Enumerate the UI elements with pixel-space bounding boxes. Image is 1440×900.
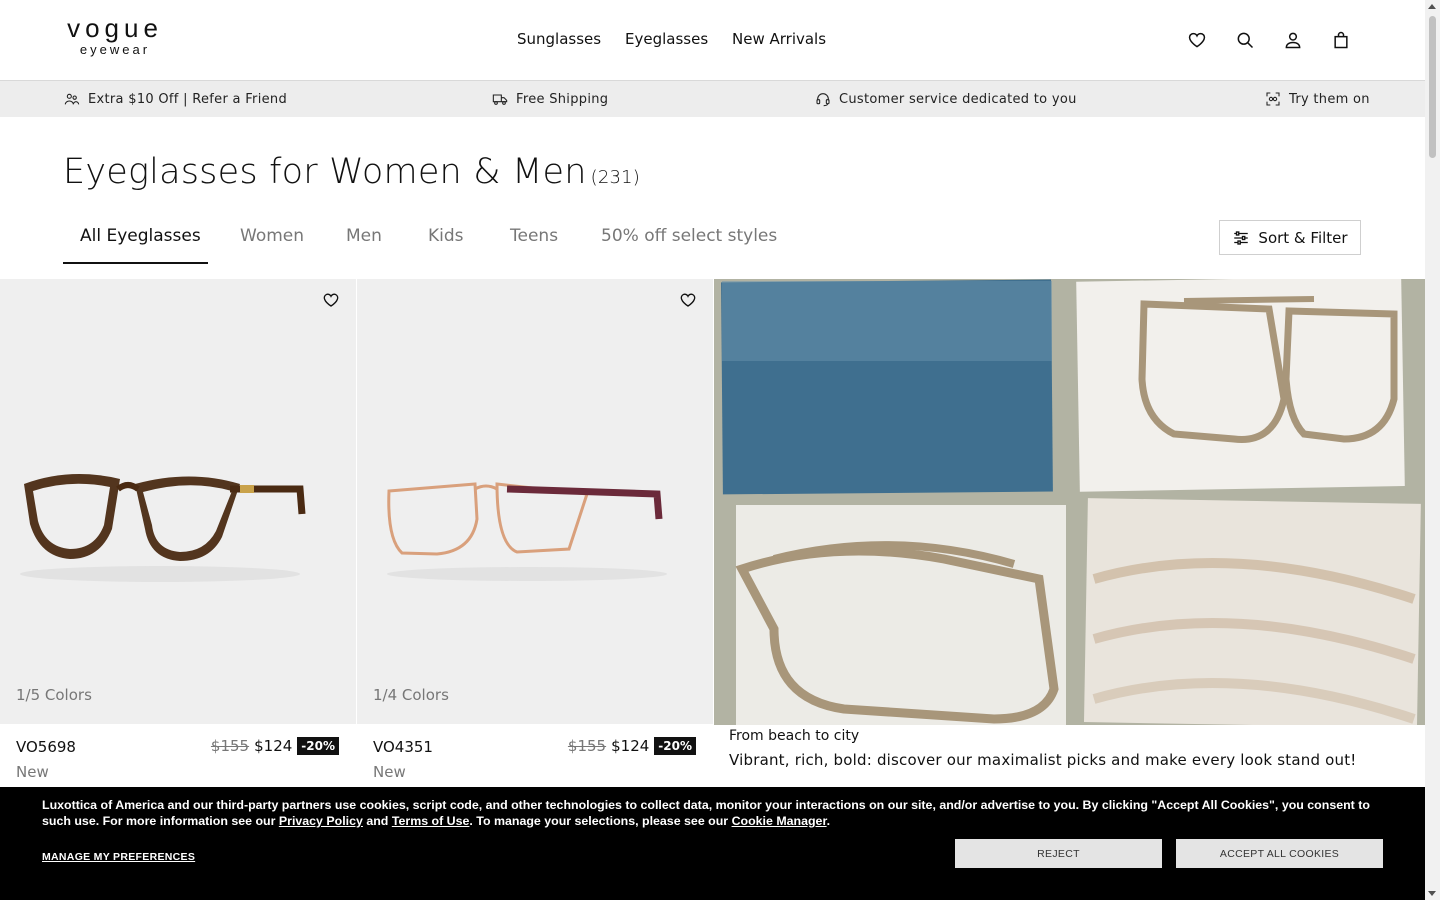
tab-men[interactable]: Men — [346, 226, 382, 246]
scroll-up-arrow-icon[interactable] — [1428, 4, 1436, 9]
sea-photo — [721, 279, 1053, 495]
user-icon[interactable] — [1281, 28, 1305, 52]
product-name[interactable]: VO4351 — [373, 738, 433, 756]
glasses-illustration — [20, 474, 306, 582]
original-price: $155 — [567, 737, 607, 755]
product-image[interactable]: 1/4 Colors — [357, 279, 713, 724]
product-card[interactable]: 1/5 Colors VO5698 New $155 $124 -20% — [0, 279, 356, 790]
product-colors[interactable]: 1/4 Colors — [373, 686, 449, 704]
page-title: Eyeglasses for Women & Men (231) — [63, 152, 640, 192]
fabric-photo — [1084, 498, 1421, 725]
sliders-icon — [1234, 230, 1249, 245]
site-header: vogue eyewear Sunglasses Eyeglasses New … — [0, 0, 1425, 81]
manage-preferences-link[interactable]: MANAGE MY PREFERENCES — [42, 851, 195, 863]
refer-icon — [64, 93, 80, 105]
product-colors[interactable]: 1/5 Colors — [16, 686, 92, 704]
search-icon[interactable] — [1233, 28, 1257, 52]
page-title-text: Eyeglasses for Women & Men — [63, 152, 587, 192]
tab-teens[interactable]: Teens — [510, 226, 558, 246]
cookie-banner: Luxottica of America and our third-party… — [0, 787, 1425, 900]
glasses-photo-bottom — [735, 505, 1066, 725]
editorial-tile[interactable]: From beach to city Vibrant, rich, bold: … — [714, 279, 1425, 790]
tab-all-eyeglasses[interactable]: All Eyeglasses — [80, 226, 201, 246]
truck-icon — [492, 94, 508, 105]
scrollbar-thumb[interactable] — [1429, 16, 1436, 158]
product-tag: New — [373, 763, 406, 781]
bag-icon[interactable] — [1329, 28, 1353, 52]
terms-of-use-link[interactable]: Terms of Use — [392, 814, 470, 828]
promo-try-on[interactable]: Try them on — [1265, 91, 1370, 107]
nav-eyeglasses[interactable]: Eyeglasses — [625, 30, 708, 48]
product-price: $155 $124 -20% — [211, 737, 339, 755]
favorite-heart-icon[interactable] — [322, 291, 340, 309]
nav-new-arrivals[interactable]: New Arrivals — [732, 30, 826, 48]
cookie-manager-link[interactable]: Cookie Manager — [732, 814, 827, 828]
page-scrollbar[interactable] — [1425, 0, 1440, 900]
tab-50-off[interactable]: 50% off select styles — [601, 226, 777, 246]
nav-sunglasses[interactable]: Sunglasses — [517, 30, 601, 48]
promo-customer-service-label: Customer service dedicated to you — [839, 91, 1077, 107]
product-price: $155 $124 -20% — [568, 737, 696, 755]
privacy-policy-link[interactable]: Privacy Policy — [279, 814, 363, 828]
sort-filter-label: Sort & Filter — [1258, 228, 1348, 247]
promo-customer-service[interactable]: Customer service dedicated to you — [815, 91, 1077, 107]
editorial-text: Vibrant, rich, bold: discover our maxima… — [729, 751, 1357, 769]
collage-illustration — [714, 279, 1425, 725]
favorite-heart-icon[interactable] — [679, 291, 697, 309]
glasses-photo-top — [1076, 279, 1405, 492]
promo-bar: Extra $10 Off | Refer a Friend Free Ship… — [0, 81, 1425, 117]
glasses-illustration — [387, 482, 667, 581]
sale-price: $124 — [611, 737, 650, 755]
reject-button[interactable]: REJECT — [955, 839, 1162, 868]
main-nav: Sunglasses Eyeglasses New Arrivals — [0, 30, 1425, 50]
heart-icon[interactable] — [1185, 28, 1209, 52]
tab-kids[interactable]: Kids — [428, 226, 464, 246]
discount-badge: -20% — [297, 737, 339, 755]
promo-try-on-label: Try them on — [1289, 91, 1370, 107]
editorial-collage-image[interactable] — [714, 279, 1425, 725]
product-count: (231) — [590, 167, 640, 188]
editorial-caption: From beach to city — [729, 728, 860, 744]
headset-icon — [816, 93, 830, 107]
cookie-text-b: . To manage your selections, please see … — [469, 814, 732, 828]
promo-refer[interactable]: Extra $10 Off | Refer a Friend — [64, 91, 287, 107]
cookie-text-and: and — [362, 814, 392, 828]
active-tab-underline — [63, 262, 208, 264]
cookie-text: Luxottica of America and our third-party… — [42, 797, 1372, 829]
original-price: $155 — [210, 737, 250, 755]
product-tag: New — [16, 763, 49, 781]
category-tabs: All Eyeglasses Women Men Kids Teens 50% … — [63, 218, 863, 264]
discount-badge: -20% — [654, 737, 696, 755]
scroll-down-arrow-icon[interactable] — [1428, 891, 1436, 896]
product-name[interactable]: VO5698 — [16, 738, 76, 756]
promo-refer-label: Extra $10 Off | Refer a Friend — [88, 91, 287, 107]
sort-filter-button[interactable]: Sort & Filter — [1219, 220, 1361, 255]
promo-shipping-label: Free Shipping — [516, 91, 609, 107]
sale-price: $124 — [254, 737, 293, 755]
try-on-icon — [1266, 92, 1280, 106]
promo-shipping[interactable]: Free Shipping — [492, 91, 608, 107]
accept-all-cookies-button[interactable]: ACCEPT ALL COOKIES — [1176, 839, 1383, 868]
product-image[interactable]: 1/5 Colors — [0, 279, 356, 724]
cookie-text-end: . — [826, 814, 831, 828]
tab-women[interactable]: Women — [240, 226, 304, 246]
product-card[interactable]: 1/4 Colors VO4351 New $155 $124 -20% — [357, 279, 713, 790]
